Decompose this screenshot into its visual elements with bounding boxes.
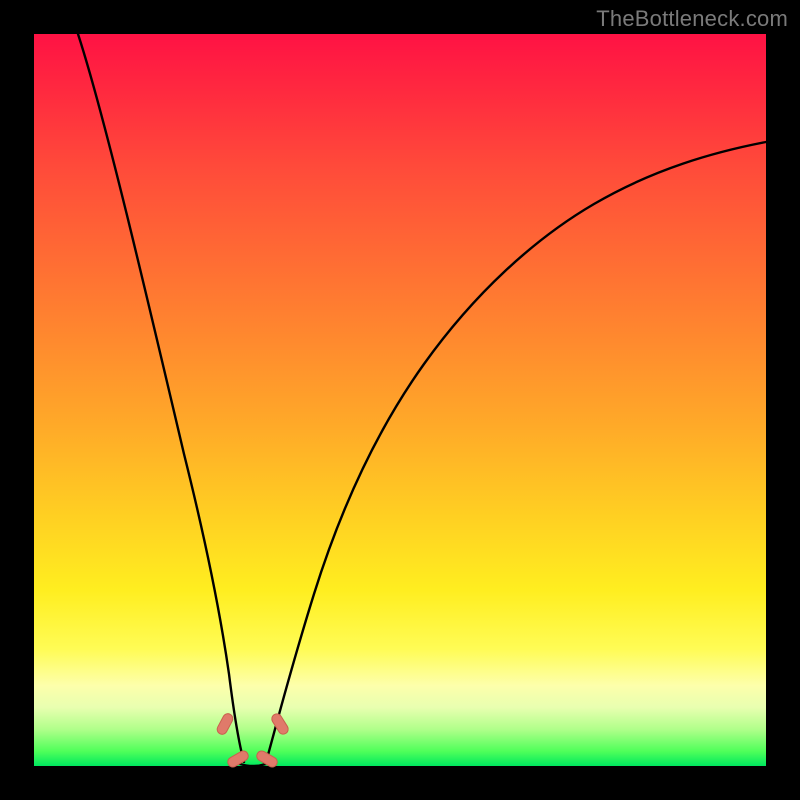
markers-group [215,712,290,769]
curve-layer [34,34,766,766]
chart-frame: TheBottleneck.com [0,0,800,800]
curve-right-branch [266,142,766,762]
plot-area [34,34,766,766]
marker-left-low [215,712,234,736]
curve-valley [240,764,266,766]
watermark-text: TheBottleneck.com [596,6,788,32]
curve-left-branch [78,34,244,762]
